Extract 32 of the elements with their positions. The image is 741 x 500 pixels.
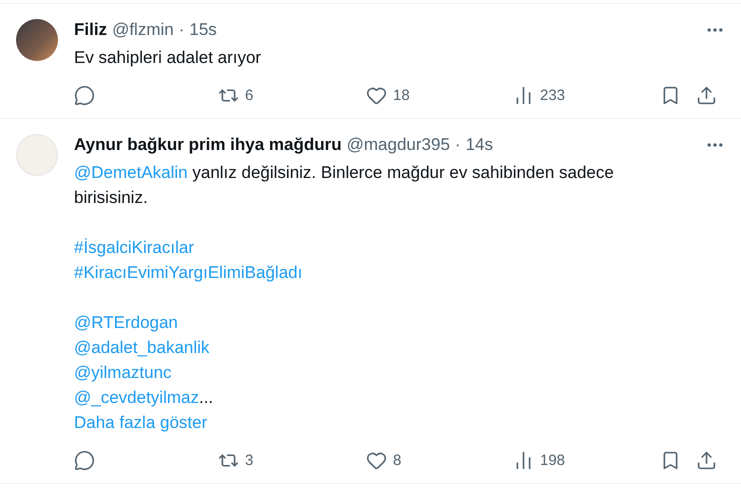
share-icon[interactable] <box>696 84 717 106</box>
mention-link[interactable]: @RTErdogan <box>74 313 178 332</box>
mention-link[interactable]: @DemetAkalin <box>74 163 188 182</box>
mention-link[interactable]: @adalet_bakanlik <box>74 338 210 357</box>
post-text: @_cevdetyilmaz... <box>74 387 214 409</box>
hashtag-link[interactable]: #KiracıEvimiYargıElimiBağladı <box>74 263 302 282</box>
reply-icon[interactable] <box>74 450 95 470</box>
separator-dot: · <box>454 134 461 156</box>
post-time[interactable]: 15s <box>189 19 217 41</box>
post-text: Ev sahipleri adalet arıyor <box>74 47 262 69</box>
action-count: 3 <box>245 452 254 468</box>
avatar-photo-placeholder[interactable] <box>16 19 58 61</box>
show-more-link[interactable]: Daha fazla göster <box>74 410 208 435</box>
heart-icon[interactable] <box>366 450 387 470</box>
post-time[interactable]: 14s <box>466 134 493 156</box>
action-count: 198 <box>540 452 566 468</box>
action-count: 6 <box>245 86 254 104</box>
mention-link[interactable]: @yilmaztunc <box>74 363 172 382</box>
user-handle[interactable]: @magdur395 <box>346 134 450 156</box>
user-name[interactable]: Aynur bağkur prim ihya mağduru <box>74 134 342 156</box>
separator-dot: · <box>178 19 184 41</box>
user-name[interactable]: Filiz <box>74 19 108 41</box>
action-count: 233 <box>540 86 566 104</box>
share-icon[interactable] <box>696 450 717 470</box>
reply-icon[interactable] <box>74 84 95 106</box>
action-count: 18 <box>393 86 410 104</box>
action-count: 8 <box>393 452 402 468</box>
mention-link[interactable]: @_cevdetyilmaz <box>74 388 199 407</box>
hashtag-link[interactable]: #İsgalciKiracılar <box>74 238 194 257</box>
post-text: @DemetAkalin yanlız değilsiniz. Binlerce mağdur ev sahibinden sadece birisisiniz. <box>74 162 615 209</box>
heart-icon[interactable] <box>366 84 387 106</box>
user-handle[interactable]: @flzmin <box>112 19 174 41</box>
